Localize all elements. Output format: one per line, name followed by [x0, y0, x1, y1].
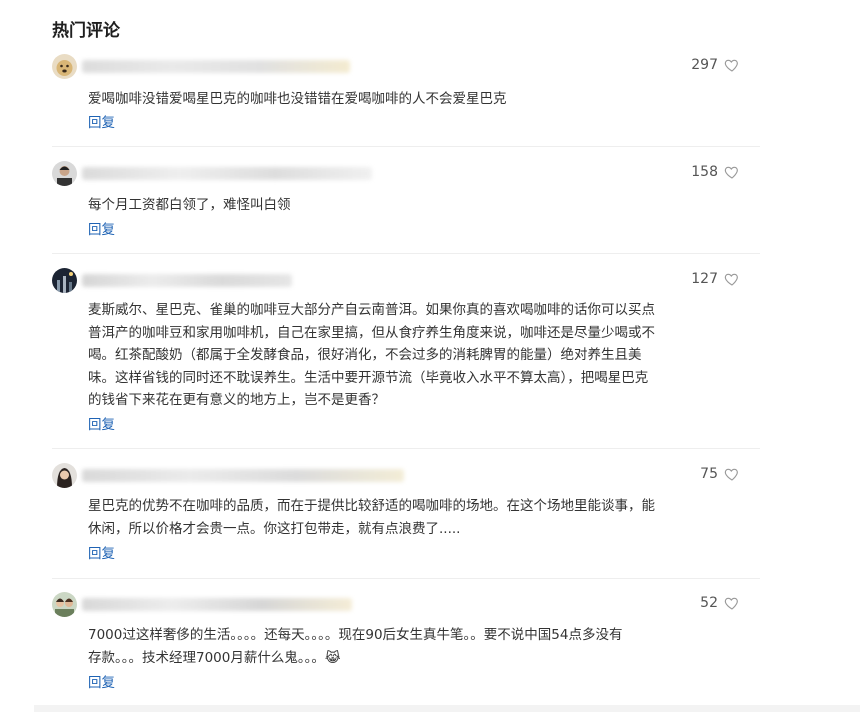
like-count: 297: [691, 57, 740, 73]
comment-text: 爱喝咖啡没错爱喝星巴克的咖啡也没错错在爱喝咖啡的人不会爱星巴克: [88, 91, 507, 107]
reply-link[interactable]: 回复: [88, 671, 115, 691]
like-count: 52: [700, 595, 740, 611]
username-redacted: [82, 60, 350, 73]
reply-link[interactable]: 回复: [88, 542, 115, 562]
divider: [52, 578, 760, 579]
username-redacted: [82, 274, 292, 287]
comment-text: 星巴克的优势不在咖啡的品质，而在于提供比较舒适的喝咖啡的场地。在这个场地里能谈事…: [88, 498, 655, 537]
avatar[interactable]: [52, 463, 77, 488]
heart-icon[interactable]: [724, 595, 740, 611]
avatar[interactable]: [52, 268, 77, 293]
like-count: 158: [691, 164, 740, 180]
bottom-edge: [34, 705, 860, 712]
section-title: 热门评论: [52, 21, 120, 41]
heart-icon[interactable]: [724, 57, 740, 73]
heart-icon[interactable]: [724, 164, 740, 180]
comment-text: 每个月工资都白领了，难怪叫白领: [88, 197, 291, 213]
comment-text: 7000过这样奢侈的生活。。。。还每天。。。。现在90后女生真牛笔。。要不说中国…: [88, 627, 623, 666]
divider: [52, 146, 760, 147]
reply-link[interactable]: 回复: [88, 413, 115, 433]
heart-icon[interactable]: [724, 466, 740, 482]
username-redacted: [82, 598, 352, 611]
divider: [52, 448, 760, 449]
username-redacted: [82, 167, 372, 180]
avatar[interactable]: [52, 161, 77, 186]
like-count: 127: [691, 271, 740, 287]
reply-link[interactable]: 回复: [88, 218, 115, 238]
comment-text: 麦斯威尔、星巴克、雀巢的咖啡豆大部分产自云南普洱。如果你真的喜欢喝咖啡的话你可以…: [88, 302, 655, 408]
divider: [52, 253, 760, 254]
like-count: 75: [700, 466, 740, 482]
avatar[interactable]: [52, 54, 77, 79]
heart-icon[interactable]: [724, 271, 740, 287]
reply-link[interactable]: 回复: [88, 111, 115, 131]
avatar[interactable]: [52, 592, 77, 617]
username-redacted: [82, 469, 404, 482]
